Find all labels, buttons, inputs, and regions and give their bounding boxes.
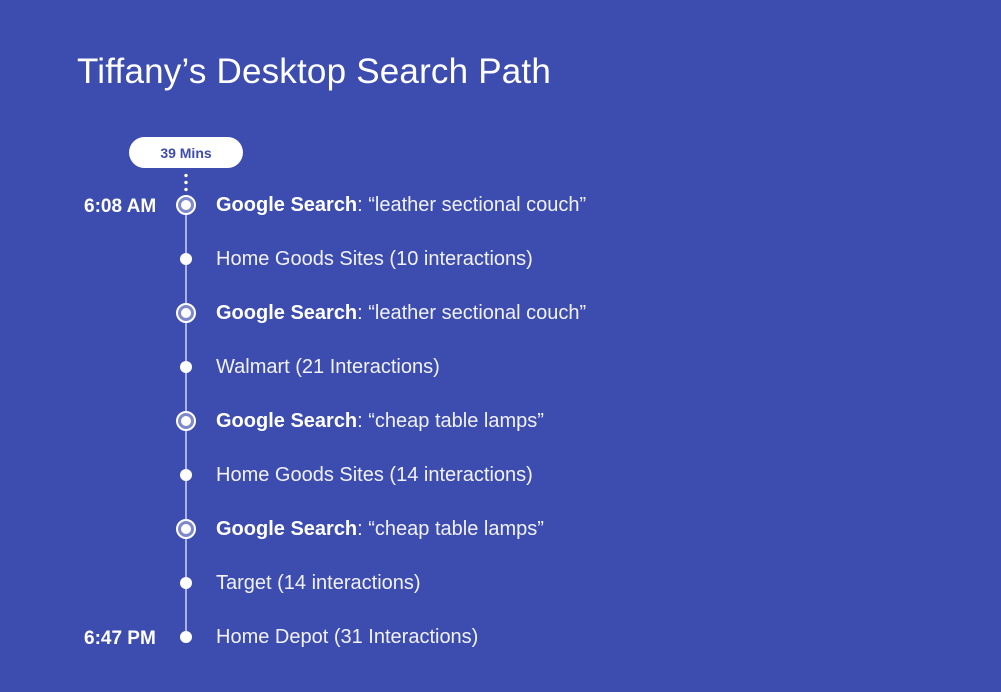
- step-text: Target (14 interactions): [216, 572, 421, 594]
- timeline-step: Home Goods Sites (10 interactions): [216, 247, 533, 271]
- visit-node-icon: [180, 361, 192, 373]
- visit-node-icon: [180, 631, 192, 643]
- timeline-step: Google Search: “cheap table lamps”: [216, 409, 544, 433]
- timeline-step: Walmart (21 Interactions): [216, 355, 440, 379]
- timeline-step: Target (14 interactions): [216, 571, 421, 595]
- step-text: Home Goods Sites (10 interactions): [216, 248, 533, 270]
- timeline-step: Google Search: “leather sectional couch”: [216, 193, 586, 217]
- visit-node-icon: [180, 469, 192, 481]
- step-text: Home Goods Sites (14 interactions): [216, 464, 533, 486]
- step-source-label: Google Search: [216, 194, 358, 216]
- step-text: Home Depot (31 Interactions): [216, 626, 479, 648]
- page-title: Tiffany’s Desktop Search Path: [77, 52, 552, 91]
- timeline-step: Google Search: “leather sectional couch”: [216, 301, 586, 325]
- duration-badge: 39 Mins: [129, 137, 243, 168]
- visit-node-icon: [180, 577, 192, 589]
- search-node-icon: [176, 411, 196, 431]
- step-source-label: Google Search: [216, 410, 358, 432]
- timeline-step: Home Depot (31 Interactions): [216, 625, 478, 649]
- step-text: : “cheap table lamps”: [357, 410, 544, 432]
- search-node-icon: [176, 519, 196, 539]
- step-text: : “leather sectional couch”: [357, 302, 587, 324]
- visit-node-icon: [180, 253, 192, 265]
- start-time: 6:08 AM: [84, 196, 157, 217]
- timeline-dotted-connector: [184, 172, 188, 194]
- timeline-step: Home Goods Sites (14 interactions): [216, 463, 533, 487]
- step-source-label: Google Search: [216, 518, 358, 540]
- step-text: : “leather sectional couch”: [357, 194, 587, 216]
- timeline-step: Google Search: “cheap table lamps”: [216, 517, 544, 541]
- step-source-label: Google Search: [216, 302, 358, 324]
- search-node-icon: [176, 195, 196, 215]
- step-text: : “cheap table lamps”: [357, 518, 544, 540]
- step-text: Walmart (21 Interactions): [216, 356, 440, 378]
- end-time: 6:47 PM: [84, 628, 156, 649]
- search-node-icon: [176, 303, 196, 323]
- duration-label: 39 Mins: [160, 144, 212, 161]
